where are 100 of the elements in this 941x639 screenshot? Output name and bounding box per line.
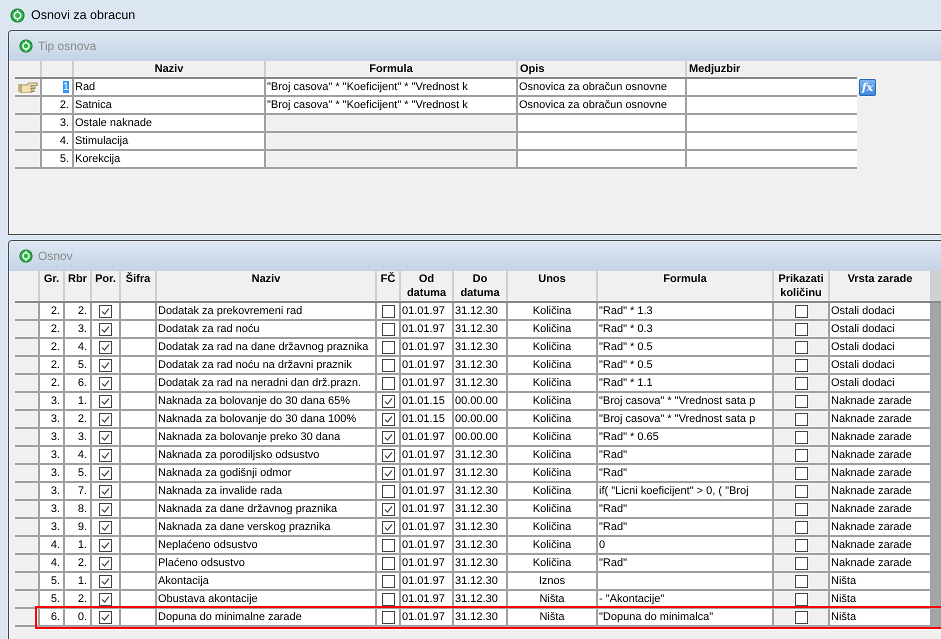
checkbox[interactable] [99, 322, 112, 336]
checkbox[interactable] [99, 484, 112, 498]
checkbox[interactable] [794, 340, 808, 354]
column-header[interactable]: Unos [508, 271, 596, 301]
column-header[interactable]: Formula [266, 61, 516, 77]
checkbox[interactable] [99, 376, 112, 390]
table-cell: 2. [40, 357, 63, 373]
checkbox[interactable] [99, 412, 112, 426]
column-header[interactable]: Vrsta zarade [830, 271, 930, 301]
checkbox[interactable] [794, 376, 808, 390]
checkbox[interactable] [99, 610, 112, 624]
table-cell: 31.12.30 [454, 519, 506, 535]
table-cell: 3. [65, 321, 90, 337]
checkbox[interactable] [382, 304, 394, 318]
checkbox[interactable] [794, 466, 808, 480]
table-cell: Naknade zarade [830, 501, 930, 517]
checkbox[interactable] [794, 430, 808, 444]
column-header[interactable]: Medjuzbir [687, 61, 857, 77]
checkbox[interactable] [99, 340, 112, 354]
column-header[interactable]: FČ [377, 271, 399, 301]
table-cell: 7. [65, 483, 90, 499]
checkbox[interactable] [382, 340, 394, 354]
checkbox[interactable] [794, 412, 808, 426]
checkbox[interactable] [382, 574, 394, 588]
table-cell: Količina [508, 465, 596, 481]
checkbox[interactable] [99, 430, 112, 444]
column-header[interactable]: Šifra [121, 271, 155, 301]
checkbox[interactable] [794, 592, 808, 606]
table-cell: 3. [40, 447, 63, 463]
checkbox[interactable] [382, 394, 394, 408]
checkbox[interactable] [382, 412, 394, 426]
checkbox[interactable] [99, 358, 112, 372]
checkbox[interactable] [99, 556, 112, 570]
checkbox[interactable] [382, 520, 394, 534]
table-cell: Količina [508, 537, 596, 553]
column-header[interactable]: Gr. [40, 271, 63, 301]
table-cell: if( "Licni koeficijent" > 0, ( "Broj [598, 483, 772, 499]
checkbox[interactable] [794, 502, 808, 516]
table-cell: 01.01.97 [401, 303, 452, 319]
checkbox[interactable] [382, 502, 394, 516]
checkbox[interactable] [382, 430, 394, 444]
column-header[interactable]: Do datuma [454, 271, 506, 301]
table-cell: 2. [65, 591, 90, 607]
column-header[interactable]: Naziv [157, 271, 375, 301]
table-cell: "Broj casova" * "Vrednost sata p [598, 393, 772, 409]
checkbox[interactable] [382, 448, 394, 462]
column-header[interactable]: Opis [518, 61, 685, 77]
column-header[interactable]: Por. [92, 271, 119, 301]
checkbox[interactable] [794, 304, 808, 318]
checkbox[interactable] [794, 394, 808, 408]
checkbox[interactable] [99, 574, 112, 588]
column-header[interactable]: Formula [598, 271, 772, 301]
checkbox[interactable] [794, 322, 808, 336]
checkbox[interactable] [382, 322, 394, 336]
checkbox[interactable] [99, 304, 112, 318]
table-cell: Plaćeno odsustvo [157, 555, 375, 571]
checkbox[interactable] [794, 358, 808, 372]
app-icon [19, 39, 33, 53]
table-cell: 4. [40, 555, 63, 571]
checkbox[interactable] [382, 466, 394, 480]
checkbox[interactable] [794, 520, 808, 534]
checkbox[interactable] [382, 538, 394, 552]
checkbox[interactable] [794, 574, 808, 588]
checkbox[interactable] [99, 448, 112, 462]
checkbox[interactable] [99, 538, 112, 552]
checkbox[interactable] [99, 466, 112, 480]
checkbox[interactable] [382, 592, 394, 606]
table-cell: "Rad" * 1.3 [598, 303, 772, 319]
checkbox[interactable] [382, 358, 394, 372]
checkbox[interactable] [99, 592, 112, 606]
row-indicator[interactable] [15, 609, 38, 625]
column-header[interactable]: Rbr [65, 271, 90, 301]
table-cell: Količina [508, 321, 596, 337]
checkbox[interactable] [382, 484, 394, 498]
table-cell: Ostali dodaci [830, 303, 930, 319]
checkbox[interactable] [382, 376, 394, 390]
table-cell: Ništa [830, 591, 930, 607]
table-cell: 2. [40, 303, 63, 319]
checkbox[interactable] [99, 520, 112, 534]
table-cell: Naknade zarade [830, 429, 930, 445]
column-header[interactable]: Prikazati količinu [774, 271, 828, 301]
checkbox[interactable] [99, 394, 112, 408]
checkbox[interactable] [794, 610, 808, 624]
corner-cell [15, 61, 40, 77]
column-header[interactable]: Od datuma [401, 271, 452, 301]
table-cell [121, 411, 155, 427]
table-cell: "Rad" * 1.1 [598, 375, 772, 391]
table-cell: Stimulacija [74, 133, 264, 149]
table-cell: 3. [65, 429, 90, 445]
checkbox[interactable] [794, 448, 808, 462]
checkbox[interactable] [794, 556, 808, 570]
table-cell: 5. [40, 573, 63, 589]
table-cell: 4. [65, 339, 90, 355]
checkbox[interactable] [794, 538, 808, 552]
checkbox[interactable] [794, 484, 808, 498]
checkbox[interactable] [99, 502, 112, 516]
checkbox[interactable] [382, 556, 394, 570]
column-header[interactable]: Naziv [74, 61, 264, 77]
table-cell: "Rad" * 0.5 [598, 357, 772, 373]
checkbox[interactable] [382, 610, 394, 624]
